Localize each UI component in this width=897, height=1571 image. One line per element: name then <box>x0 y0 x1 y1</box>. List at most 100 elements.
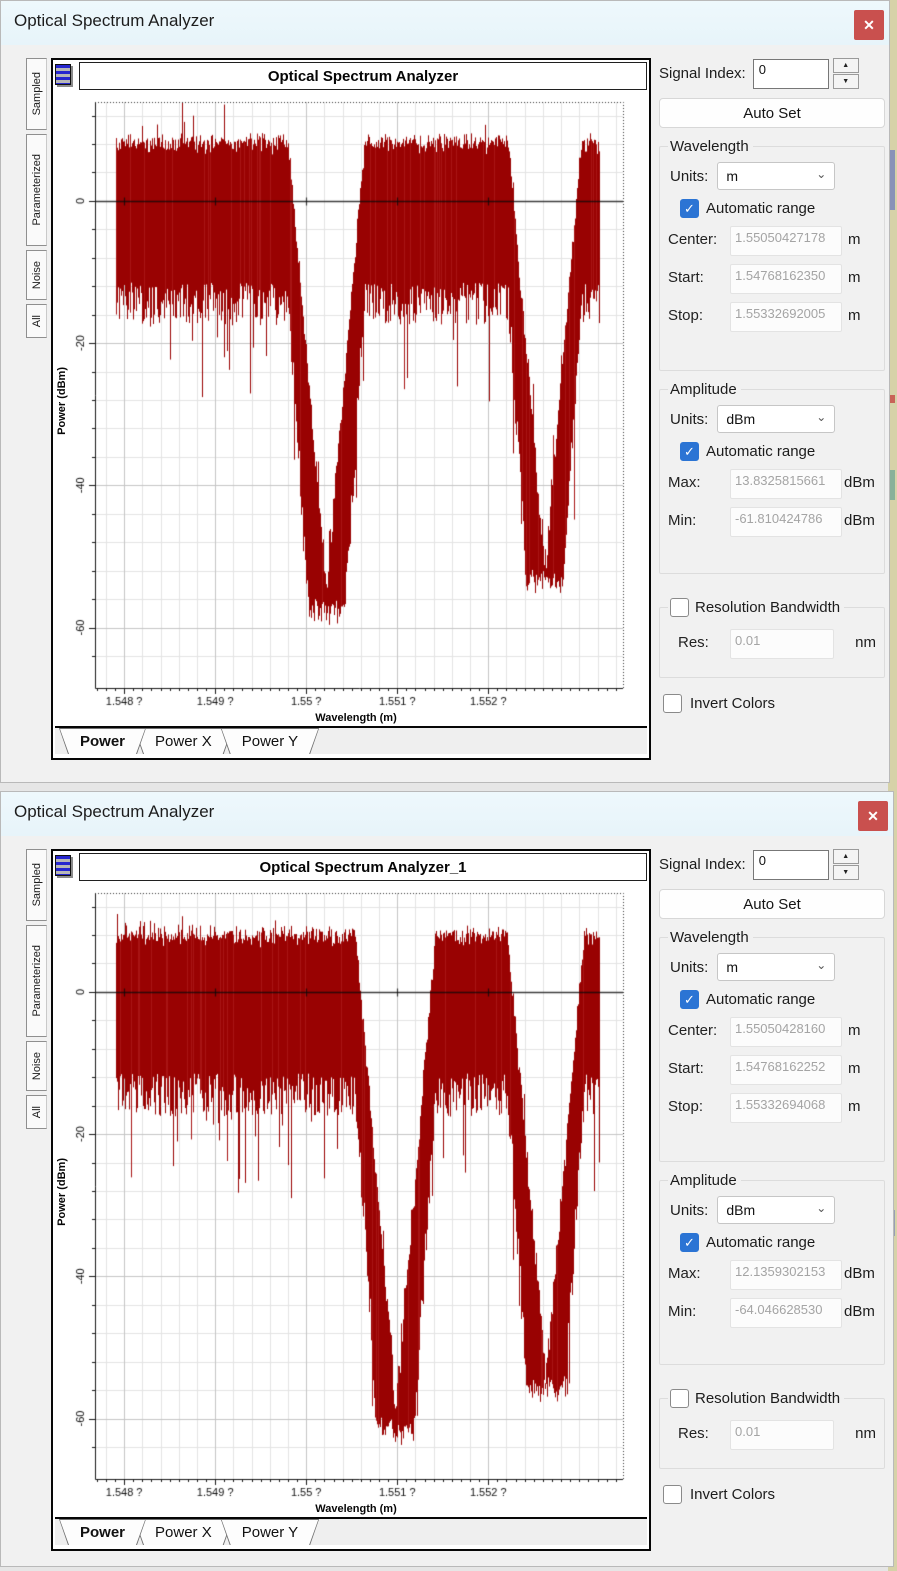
wavelength-units-select[interactable]: m ⌄ <box>717 953 835 981</box>
plot-row: Power (dBm) <box>55 883 647 1501</box>
resolution-bandwidth-checkbox[interactable]: ✓ <box>670 598 689 617</box>
max-label: Max: <box>668 1260 730 1282</box>
resolution-bandwidth-group: ✓ Resolution Bandwidth Res: 0.01 nm <box>659 1389 885 1469</box>
stop-field[interactable]: 1.55332692005 <box>730 302 842 332</box>
stop-label: Stop: <box>668 302 730 324</box>
tab-parameterized[interactable]: Parameterized <box>26 925 47 1037</box>
wavelength-group: Wavelength Units: m ⌄ ✓ Automatic range … <box>659 138 885 371</box>
max-unit: dBm <box>844 469 875 491</box>
wavelength-units-select[interactable]: m ⌄ <box>717 162 835 190</box>
chevron-down-icon: ⌄ <box>816 167 826 181</box>
start-field[interactable]: 1.54768162350 <box>730 264 842 294</box>
window-title: Optical Spectrum Analyzer <box>14 11 214 31</box>
res-unit: nm <box>855 1420 876 1442</box>
window-titlebar[interactable]: Optical Spectrum Analyzer ✕ <box>1 792 893 836</box>
stop-label: Stop: <box>668 1093 730 1115</box>
invert-colors-label: Invert Colors <box>690 695 775 712</box>
stepper-up-button[interactable]: ▲ <box>833 849 859 864</box>
close-button[interactable]: ✕ <box>854 10 884 40</box>
close-button[interactable]: ✕ <box>858 801 888 831</box>
resolution-bandwidth-group: ✓ Resolution Bandwidth Res: 0.01 nm <box>659 598 885 678</box>
settings-panel: Signal Index: 0 ▲ ▼ Auto Set Wavelength … <box>659 58 885 713</box>
osa-window: Optical Spectrum Analyzer ✕ Sampled Para… <box>0 791 894 1567</box>
check-icon: ✓ <box>684 445 695 458</box>
tab-power-y[interactable]: Power Y <box>221 1519 319 1545</box>
min-unit: dBm <box>844 1298 875 1320</box>
max-unit: dBm <box>844 1260 875 1282</box>
res-field[interactable]: 0.01 <box>730 1420 834 1450</box>
min-unit: dBm <box>844 507 875 529</box>
tab-noise[interactable]: Noise <box>26 1041 47 1091</box>
stepper-down-button[interactable]: ▼ <box>833 865 859 880</box>
signal-index-input[interactable]: 0 <box>753 59 829 89</box>
units-label: Units: <box>670 411 708 428</box>
tab-power[interactable]: Power <box>59 1519 146 1545</box>
wavelength-auto-range-checkbox[interactable]: ✓ <box>680 990 699 1009</box>
spectrum-plot[interactable] <box>69 883 647 1501</box>
window-titlebar[interactable]: Optical Spectrum Analyzer ✕ <box>1 1 889 45</box>
min-label: Min: <box>668 1298 730 1320</box>
units-label: Units: <box>670 168 708 185</box>
amplitude-auto-range-checkbox[interactable]: ✓ <box>680 1233 699 1252</box>
invert-colors-checkbox[interactable]: ✓ <box>663 694 682 713</box>
tab-power-x[interactable]: Power X <box>134 1519 233 1545</box>
chart-header-row: Optical Spectrum Analyzer_1 <box>55 853 647 881</box>
spectrum-plot[interactable] <box>69 92 647 710</box>
resolution-bandwidth-checkbox[interactable]: ✓ <box>670 1389 689 1408</box>
x-axis-label: Wavelength (m) <box>315 1503 397 1515</box>
min-field[interactable]: -61.810424786 <box>730 507 842 537</box>
down-arrow-icon: ▼ <box>842 78 849 85</box>
auto-set-button[interactable]: Auto Set <box>659 889 885 919</box>
signal-index-input[interactable]: 0 <box>753 850 829 880</box>
tab-parameterized[interactable]: Parameterized <box>26 134 47 246</box>
auto-set-button[interactable]: Auto Set <box>659 98 885 128</box>
y-axis-label: Power (dBm) <box>56 1158 68 1226</box>
stop-field[interactable]: 1.55332694068 <box>730 1093 842 1123</box>
tab-power-y[interactable]: Power Y <box>221 728 319 754</box>
tab-all[interactable]: All <box>26 304 47 338</box>
stepper-down-button[interactable]: ▼ <box>833 74 859 89</box>
tab-power-x[interactable]: Power X <box>134 728 233 754</box>
signal-index-stepper: ▲ ▼ <box>833 849 859 880</box>
tab-sampled[interactable]: Sampled <box>26 849 47 921</box>
wavelength-auto-range-checkbox[interactable]: ✓ <box>680 199 699 218</box>
chevron-down-icon: ⌄ <box>816 958 826 972</box>
min-field[interactable]: -64.046628530 <box>730 1298 842 1328</box>
amplitude-auto-range-checkbox[interactable]: ✓ <box>680 442 699 461</box>
center-field[interactable]: 1.55050428160 <box>730 1017 842 1047</box>
amplitude-units-select[interactable]: dBm ⌄ <box>717 1196 835 1224</box>
stepper-up-button[interactable]: ▲ <box>833 58 859 73</box>
res-field[interactable]: 0.01 <box>730 629 834 659</box>
tab-noise[interactable]: Noise <box>26 250 47 300</box>
osa-window: Optical Spectrum Analyzer ✕ Sampled Para… <box>0 0 890 783</box>
window-content: Sampled Parameterized Noise All Optical … <box>1 45 889 782</box>
amplitude-units-select[interactable]: dBm ⌄ <box>717 405 835 433</box>
start-label: Start: <box>668 1055 730 1077</box>
graph-properties-icon[interactable] <box>55 855 71 876</box>
graph-tabs: Power Power X Power Y <box>55 726 647 754</box>
chevron-down-icon: ⌄ <box>816 410 826 424</box>
plot-row: Power (dBm) <box>55 92 647 710</box>
res-label: Res: <box>668 1420 730 1442</box>
up-arrow-icon: ▲ <box>842 62 849 69</box>
settings-panel: Signal Index: 0 ▲ ▼ Auto Set Wavelength … <box>659 849 885 1504</box>
wavelength-group-label: Wavelength <box>668 138 753 155</box>
center-field[interactable]: 1.55050427178 <box>730 226 842 256</box>
center-unit: m <box>848 1017 861 1039</box>
start-field[interactable]: 1.54768162252 <box>730 1055 842 1085</box>
tab-sampled[interactable]: Sampled <box>26 58 47 130</box>
max-field[interactable]: 12.1359302153 <box>730 1260 842 1290</box>
stop-unit: m <box>848 1093 861 1115</box>
units-label: Units: <box>670 959 708 976</box>
units-label: Units: <box>670 1202 708 1219</box>
amplitude-group: Amplitude Units: dBm ⌄ ✓ Automatic range… <box>659 1172 885 1365</box>
max-field[interactable]: 13.8325815661 <box>730 469 842 499</box>
invert-colors-checkbox[interactable]: ✓ <box>663 1485 682 1504</box>
center-unit: m <box>848 226 861 248</box>
auto-range-label: Automatic range <box>706 200 815 217</box>
chart-header-row: Optical Spectrum Analyzer <box>55 62 647 90</box>
graph-properties-icon[interactable] <box>55 64 71 85</box>
signal-type-tabs: Sampled Parameterized Noise All <box>26 849 47 1129</box>
tab-power[interactable]: Power <box>59 728 146 754</box>
tab-all[interactable]: All <box>26 1095 47 1129</box>
